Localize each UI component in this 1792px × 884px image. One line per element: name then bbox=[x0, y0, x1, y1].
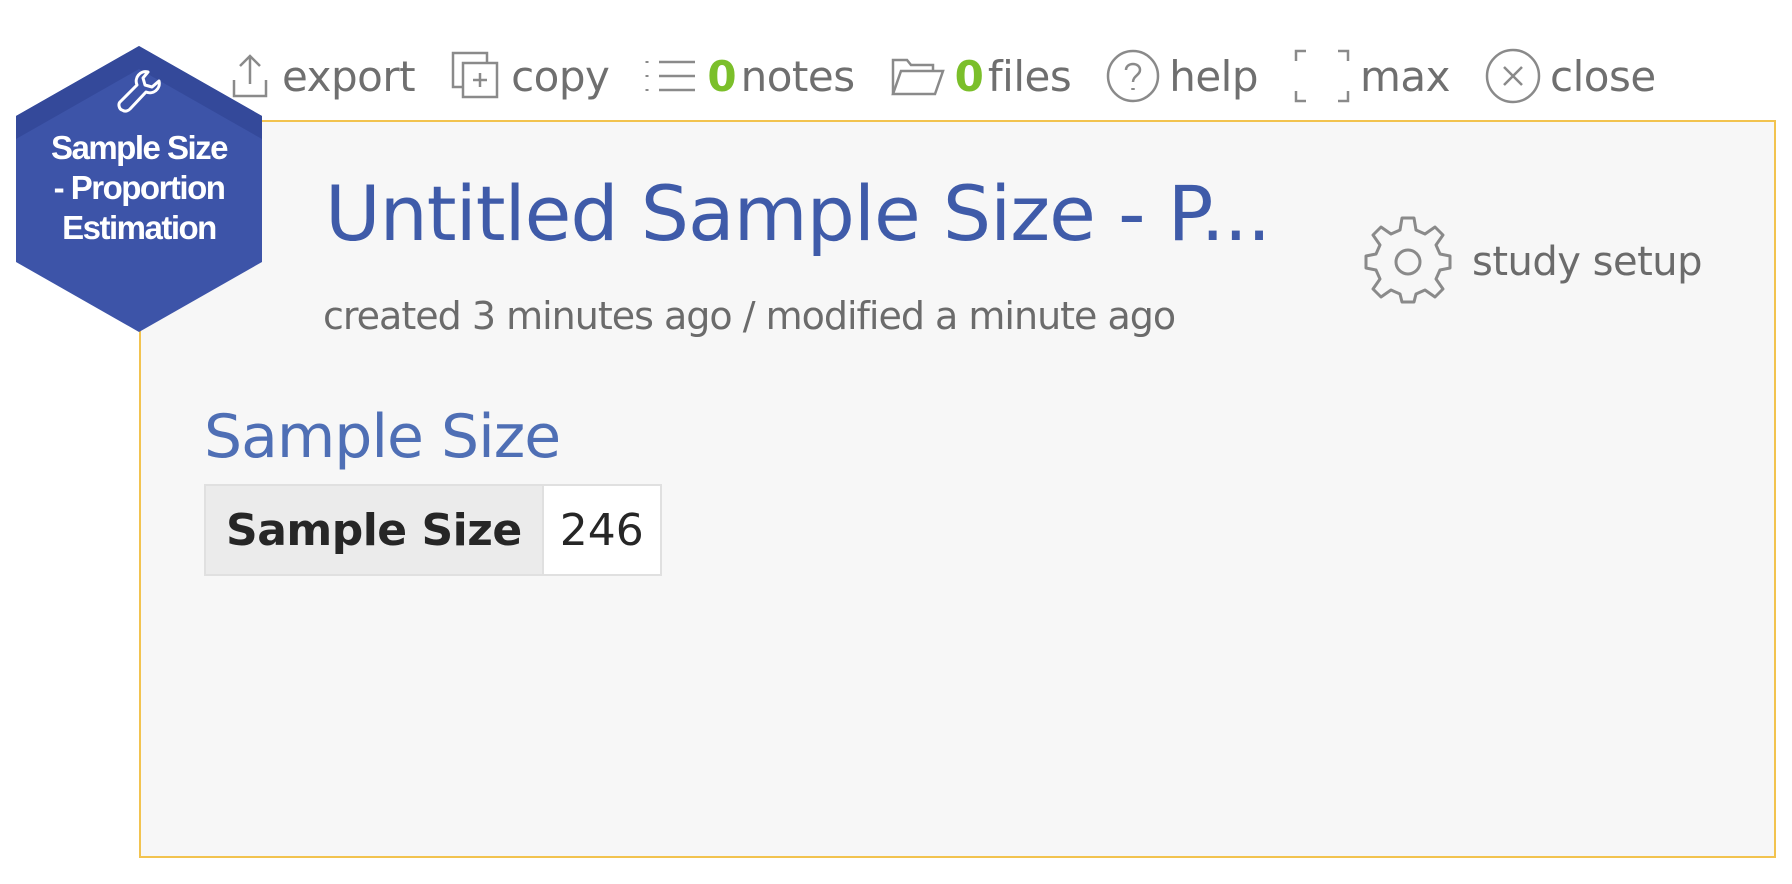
copy-icon bbox=[451, 51, 499, 99]
result-label-cell: Sample Size bbox=[204, 484, 544, 576]
badge-label: Sample Size - Proportion Estimation bbox=[12, 128, 266, 248]
files-button[interactable]: 0 files bbox=[889, 52, 1072, 101]
maximize-icon bbox=[1294, 49, 1350, 103]
help-button[interactable]: help bbox=[1105, 48, 1259, 104]
results-table: Sample Size 246 bbox=[204, 484, 662, 576]
badge-label-line-1: Sample Size bbox=[50, 129, 229, 166]
max-label: max bbox=[1360, 51, 1451, 101]
study-setup-button[interactable]: study setup bbox=[1362, 216, 1703, 308]
copy-label: copy bbox=[511, 51, 610, 101]
notes-label: notes bbox=[740, 51, 856, 101]
help-label: help bbox=[1169, 51, 1259, 101]
study-toolbar: export copy 0 notes 0 files help max clo… bbox=[226, 44, 1656, 108]
folder-icon bbox=[890, 58, 945, 96]
result-value-cell: 246 bbox=[541, 484, 662, 576]
close-button[interactable]: close bbox=[1484, 47, 1656, 105]
table-row: Sample Size 246 bbox=[204, 484, 662, 576]
wrench-icon bbox=[117, 70, 161, 113]
study-title[interactable]: Untitled Sample Size - P... bbox=[325, 170, 1271, 258]
badge-label-line-2: - Proportion bbox=[53, 169, 226, 206]
analysis-type-badge: Sample Size - Proportion Estimation bbox=[12, 44, 266, 334]
maximize-button[interactable]: max bbox=[1292, 47, 1451, 105]
badge-label-line-3: Estimation bbox=[62, 209, 217, 246]
results-section-heading: Sample Size bbox=[204, 402, 561, 472]
files-label: files bbox=[987, 51, 1072, 101]
copy-button[interactable]: copy bbox=[449, 49, 610, 103]
files-count: 0 bbox=[954, 51, 984, 101]
close-circle-icon bbox=[1485, 48, 1541, 104]
export-label: export bbox=[282, 51, 416, 101]
notes-count: 0 bbox=[707, 51, 737, 101]
close-label: close bbox=[1550, 51, 1656, 101]
notes-list-icon bbox=[645, 60, 696, 92]
help-circle-icon bbox=[1106, 49, 1160, 103]
study-timestamps: created 3 minutes ago / modified a minut… bbox=[323, 294, 1176, 338]
study-window: export copy 0 notes 0 files help max clo… bbox=[0, 0, 1792, 884]
gear-icon bbox=[1364, 216, 1452, 304]
study-setup-label: study setup bbox=[1472, 239, 1703, 285]
notes-button[interactable]: 0 notes bbox=[643, 51, 856, 101]
